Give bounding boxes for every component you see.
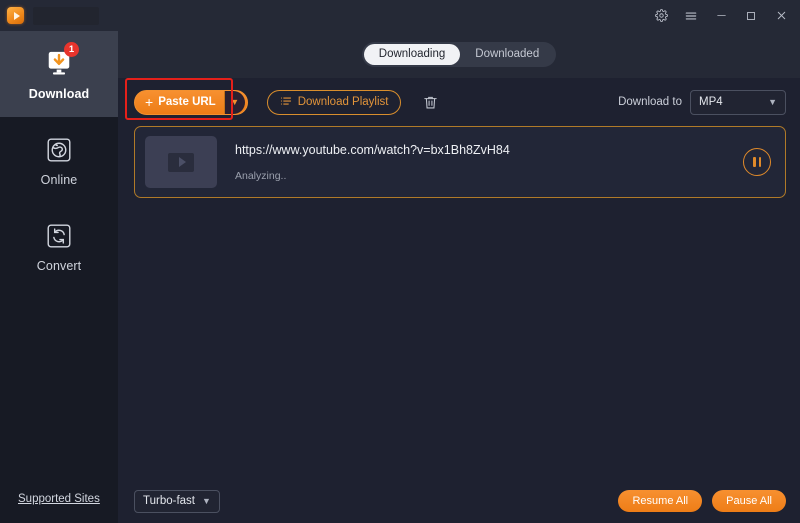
speed-select[interactable]: Turbo-fast ▼ [134,489,220,513]
speed-chevron-down-icon: ▼ [201,496,211,506]
delete-trash-icon[interactable] [419,91,441,113]
minimize-icon[interactable] [706,0,736,31]
pause-icon[interactable] [743,148,771,176]
bottom-bar: Turbo-fast ▼ Resume All Pause All [118,479,800,523]
download-item-status: Analyzing.. [235,169,287,182]
sidebar-item-label-convert: Convert [36,258,82,273]
convert-refresh-icon [42,220,76,252]
paste-url-button[interactable]: + Paste URL ▼ [134,89,248,115]
tab-downloaded[interactable]: Downloaded [460,44,554,65]
tab-bar: Downloading Downloaded [118,31,800,78]
sidebar-nav: 1 Download Online Convert [0,31,118,289]
plus-icon: + [145,94,154,110]
tab-downloading[interactable]: Downloading [363,44,461,65]
menu-hamburger-icon[interactable] [676,0,706,31]
paste-url-label: Paste URL [158,96,216,108]
resume-all-button[interactable]: Resume All [618,490,703,512]
maximize-icon[interactable] [736,0,766,31]
app-logo-play-icon [7,7,24,24]
format-select-value: MP4 [699,96,723,108]
sidebar-item-online[interactable]: Online [0,117,118,203]
toolbar: + Paste URL ▼ Download Playlist Download… [118,77,800,126]
download-item[interactable]: https://www.youtube.com/watch?v=bx1Bh8Zv… [134,126,786,198]
download-list: https://www.youtube.com/watch?v=bx1Bh8Zv… [118,126,800,479]
app-logo [0,7,31,24]
pause-all-button[interactable]: Pause All [712,490,786,512]
download-count-badge: 1 [64,41,79,57]
speed-select-value: Turbo-fast [143,495,195,507]
download-monitor-icon: 1 [42,41,79,80]
close-icon[interactable] [766,0,796,31]
paste-url-group: + Paste URL ▼ [125,77,248,120]
format-select[interactable]: MP4 ▼ [690,89,786,115]
tab-group: Downloading Downloaded [361,42,557,67]
globe-icon [42,134,76,166]
download-item-url: https://www.youtube.com/watch?v=bx1Bh8Zv… [235,142,510,157]
sidebar-footer: Supported Sites [0,489,118,523]
window-controls [646,0,800,31]
download-to-label: Download to [618,96,682,108]
title-bar [0,0,800,31]
playlist-list-icon [280,95,292,110]
format-chevron-down-icon: ▼ [768,97,777,107]
supported-sites-link[interactable]: Supported Sites [18,493,100,505]
download-item-info: https://www.youtube.com/watch?v=bx1Bh8Zv… [217,143,743,182]
sidebar-item-convert[interactable]: Convert [0,203,118,289]
main-panel: Downloading Downloaded + Paste URL ▼ Dow… [118,31,800,523]
download-playlist-label: Download Playlist [297,96,389,108]
sidebar-item-download[interactable]: 1 Download [0,31,118,117]
video-placeholder-icon [145,136,217,188]
sidebar-item-label-download: Download [28,86,90,101]
download-playlist-button[interactable]: Download Playlist [266,89,402,115]
paste-url-chevron-down-icon[interactable]: ▼ [223,90,245,114]
settings-gear-icon[interactable] [646,0,676,31]
sidebar: 1 Download Online Convert Supported Site… [0,31,118,523]
sidebar-item-label-online: Online [40,172,78,187]
app-body: 1 Download Online Convert Supported Site… [0,31,800,523]
window-title [33,6,99,25]
app-window: 1 Download Online Convert Supported Site… [0,0,800,523]
